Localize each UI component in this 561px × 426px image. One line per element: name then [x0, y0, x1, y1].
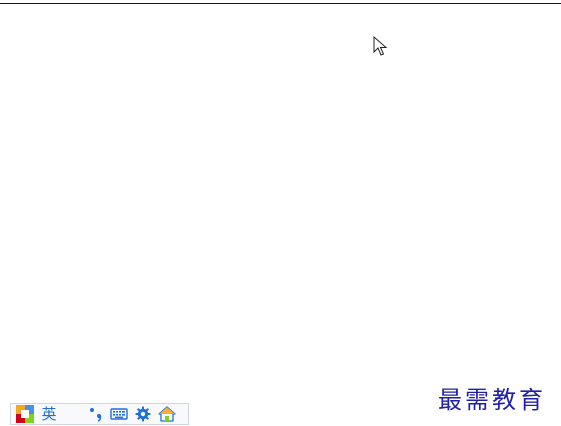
crescent-moon-icon [66, 408, 78, 419]
ime-logo-button[interactable] [13, 404, 37, 424]
sogou-logo-icon [16, 405, 34, 423]
language-toggle-button[interactable]: 英 [37, 404, 61, 424]
top-border-line [0, 3, 561, 4]
home-button[interactable] [155, 404, 179, 424]
gear-icon [135, 406, 151, 422]
punctuation-button[interactable] [84, 404, 107, 424]
watermark-text: 最需教育 [438, 386, 546, 414]
full-half-width-button[interactable] [61, 404, 84, 424]
language-label: 英 [41, 405, 57, 423]
soft-keyboard-button[interactable] [107, 404, 131, 424]
settings-button[interactable] [131, 404, 155, 424]
punctuation-icon [89, 408, 101, 422]
ime-toolbar: 英 [10, 403, 189, 425]
mouse-pointer-icon [373, 36, 388, 56]
keyboard-icon [110, 408, 128, 420]
home-icon [158, 406, 176, 422]
